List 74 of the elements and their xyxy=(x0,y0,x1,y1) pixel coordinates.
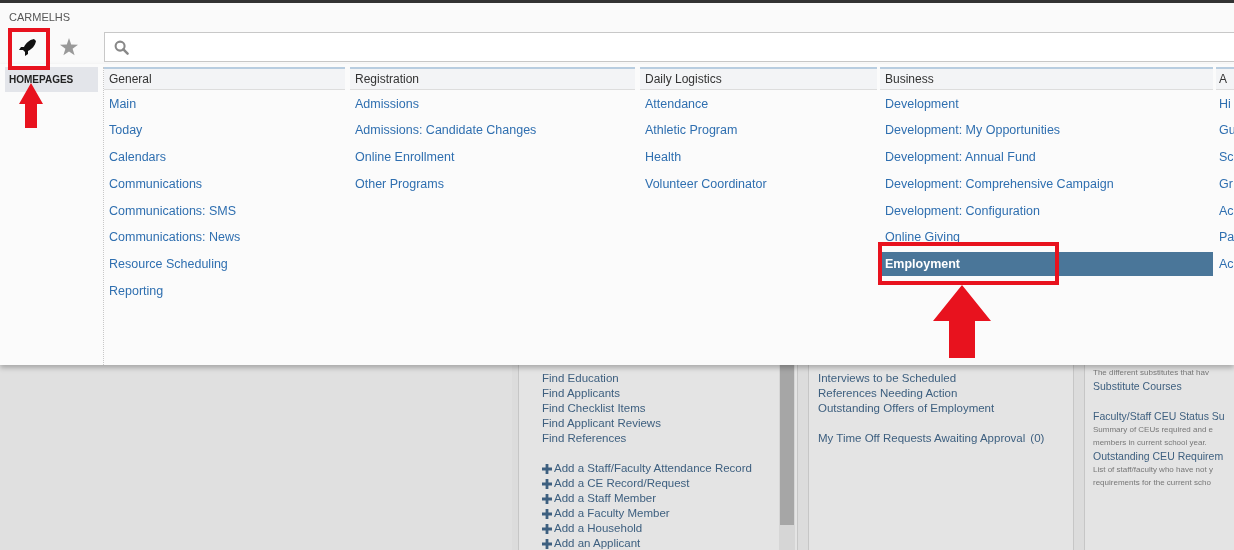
add-link[interactable]: Add a CE Record/Request xyxy=(542,476,797,491)
description-text: Summary of CEUs required and e xyxy=(1093,424,1215,436)
link[interactable]: References Needing Action xyxy=(818,387,958,399)
menu-item[interactable]: Ac xyxy=(1216,252,1234,277)
link[interactable]: Outstanding Offers of Employment xyxy=(818,402,995,414)
menu-item[interactable]: Admissions: Candidate Changes xyxy=(350,118,635,143)
menu-item[interactable]: Gu xyxy=(1216,118,1234,143)
link[interactable]: Find Education xyxy=(542,372,619,384)
search-icon xyxy=(114,39,129,55)
menu-item[interactable]: Ac xyxy=(1216,198,1234,223)
add-link[interactable]: Add a Staff/Faculty Attendance Record xyxy=(542,461,797,476)
scrollbar-thumb[interactable] xyxy=(780,365,794,525)
menu-item[interactable]: Hi xyxy=(1216,91,1234,116)
menu-item[interactable]: Communications xyxy=(104,171,345,196)
highlight-frame xyxy=(8,28,50,70)
column-heading: Business xyxy=(880,67,1213,90)
menu-item[interactable]: Gr xyxy=(1216,171,1234,196)
link[interactable]: Find Checklist Items xyxy=(542,402,646,414)
plus-icon xyxy=(542,538,552,549)
link[interactable]: Outstanding CEU Requirem xyxy=(1093,450,1224,462)
menu-item[interactable]: Employment xyxy=(880,252,1213,277)
link[interactable]: Find Applicants xyxy=(542,387,620,399)
star-icon xyxy=(60,38,78,56)
menu-item[interactable]: Development: Annual Fund xyxy=(880,145,1213,170)
menu-item[interactable]: Development: My Opportunities xyxy=(880,118,1213,143)
add-link[interactable]: Add a Faculty Member xyxy=(542,506,797,521)
menu-item[interactable]: Development: Comprehensive Campaign xyxy=(880,171,1213,196)
count: (0) xyxy=(1030,432,1045,444)
menu-item[interactable]: Development xyxy=(880,91,1213,116)
add-link[interactable]: Add an Applicant xyxy=(542,536,797,550)
column-heading: General xyxy=(104,67,345,90)
menu-item[interactable]: Sc xyxy=(1216,145,1234,170)
plus-icon xyxy=(542,493,552,504)
sidebar-item[interactable]: HOMEPAGES xyxy=(5,67,98,92)
menu-item[interactable]: Communications: News xyxy=(104,225,345,250)
search-field[interactable] xyxy=(104,32,1234,62)
plus-icon xyxy=(542,523,552,534)
menu-item[interactable]: Today xyxy=(104,118,345,143)
add-link[interactable]: Add a Staff Member xyxy=(542,491,797,506)
column-heading: Registration xyxy=(350,67,635,90)
menu-item[interactable]: Attendance xyxy=(640,91,877,116)
menu-item[interactable]: Development: Configuration xyxy=(880,198,1213,223)
menu-item[interactable]: Admissions xyxy=(350,91,635,116)
menu-item[interactable]: Athletic Program xyxy=(640,118,877,143)
link[interactable]: Substitute Courses xyxy=(1093,380,1182,392)
link[interactable]: Find References xyxy=(542,432,627,444)
menu-item[interactable]: Health xyxy=(640,145,877,170)
link[interactable]: My Time Off Requests Awaiting Approval xyxy=(818,432,1026,444)
pointer-arrow xyxy=(19,83,43,128)
menu-item[interactable]: Resource Scheduling xyxy=(104,252,345,277)
description-text: List of staff/faculty who have not y xyxy=(1093,464,1214,476)
scrollbar[interactable] xyxy=(779,365,795,550)
description-text: members in current school year. xyxy=(1093,437,1208,449)
column-heading: A xyxy=(1216,67,1234,90)
add-link[interactable]: Add a Household xyxy=(542,521,797,536)
menu-item[interactable]: Online Enrollment xyxy=(350,145,635,170)
menu-item[interactable]: Volunteer Coordinator xyxy=(640,171,877,196)
link[interactable]: Faculty/Staff CEU Status Su xyxy=(1093,410,1225,422)
column-heading: Daily Logistics xyxy=(640,67,877,90)
menu-item[interactable]: Other Programs xyxy=(350,171,635,196)
link[interactable]: Find Applicant Reviews xyxy=(542,417,661,429)
description-text: The different substitutes that hav xyxy=(1093,367,1210,379)
menu-item[interactable]: Calendars xyxy=(104,145,345,170)
menu-item[interactable]: Communications: SMS xyxy=(104,198,345,223)
menu-item[interactable]: Pa xyxy=(1216,225,1234,250)
plus-icon xyxy=(542,478,552,489)
brand-name: CARMELHS xyxy=(8,10,72,24)
plus-icon xyxy=(542,463,552,474)
link[interactable]: Interviews to be Scheduled xyxy=(818,372,957,384)
menu-item[interactable]: Reporting xyxy=(104,279,345,304)
description-text: requirements for the current scho xyxy=(1093,477,1212,489)
rocket-icon xyxy=(19,38,37,56)
plus-icon xyxy=(542,508,552,519)
menu-item[interactable]: Main xyxy=(104,91,345,116)
